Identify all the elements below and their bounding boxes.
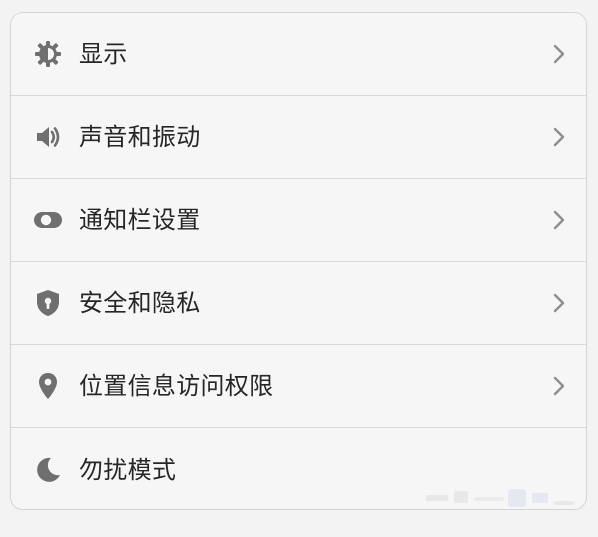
settings-list: 显示 声音和振动 通知栏设置 安全和隐私 位置信息访问权限 勿扰模式: [10, 12, 587, 510]
toggle-icon: [33, 205, 63, 235]
chevron-right-icon: [552, 292, 566, 314]
shield-lock-icon: [33, 288, 63, 318]
settings-item-notification-bar[interactable]: 通知栏设置: [11, 179, 586, 262]
settings-item-label: 安全和隐私: [79, 289, 201, 317]
location-pin-icon: [33, 371, 63, 401]
moon-icon: [33, 455, 63, 485]
settings-item-label: 显示: [79, 40, 128, 68]
settings-item-label: 位置信息访问权限: [79, 372, 274, 400]
settings-item-label: 声音和振动: [79, 123, 201, 151]
speaker-icon: [33, 122, 63, 152]
chevron-right-icon: [552, 43, 566, 65]
watermark: [408, 467, 588, 523]
settings-item-label: 通知栏设置: [79, 206, 201, 234]
settings-item-security-privacy[interactable]: 安全和隐私: [11, 262, 586, 345]
chevron-right-icon: [552, 209, 566, 231]
settings-item-sound-vibration[interactable]: 声音和振动: [11, 96, 586, 179]
settings-item-label: 勿扰模式: [79, 455, 177, 484]
settings-item-display[interactable]: 显示: [11, 13, 586, 96]
brightness-icon: [33, 39, 63, 69]
settings-item-location-access[interactable]: 位置信息访问权限: [11, 345, 586, 428]
chevron-right-icon: [552, 375, 566, 397]
chevron-right-icon: [552, 126, 566, 148]
